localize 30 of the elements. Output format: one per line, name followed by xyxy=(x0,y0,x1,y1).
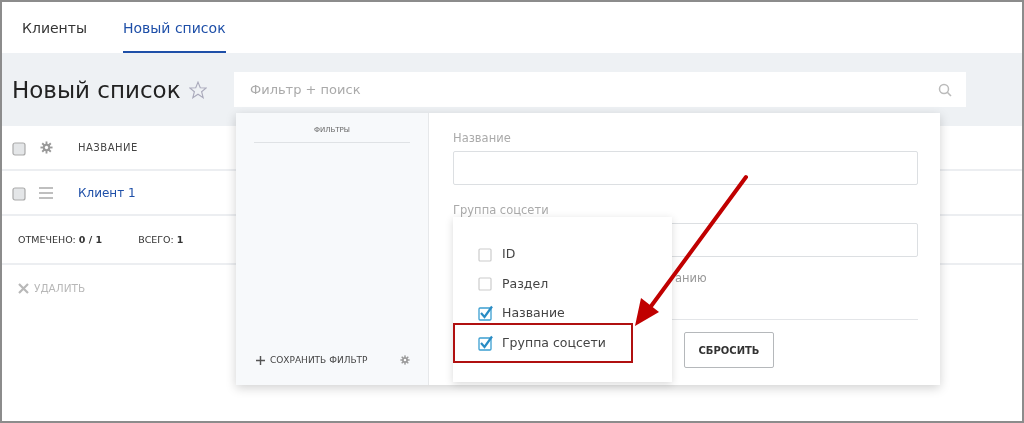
checkbox[interactable] xyxy=(478,334,493,351)
menu-item[interactable]: ID xyxy=(453,244,672,263)
plus-icon xyxy=(256,355,265,365)
field-label: Название xyxy=(453,131,512,145)
checkbox[interactable] xyxy=(12,139,27,156)
column-header: НАЗВАНИЕ xyxy=(78,142,138,153)
summary-text: ВСЕГО: 1 xyxy=(138,234,184,245)
menu-item[interactable]: Группа соцсети xyxy=(453,322,633,363)
summary-text: ОТМЕЧЕНО: 0 / 1 xyxy=(18,234,103,245)
option-text: анию xyxy=(675,271,708,285)
settings-icon[interactable] xyxy=(400,355,410,365)
star-icon[interactable] xyxy=(188,80,207,99)
tab[interactable]: Клиенты xyxy=(22,2,87,53)
menu-icon[interactable] xyxy=(39,186,53,199)
input-field[interactable] xyxy=(453,151,918,185)
settings-icon[interactable] xyxy=(40,141,53,154)
search-field[interactable]: Фильтр + поиск xyxy=(234,72,966,107)
menu-item[interactable]: Раздел xyxy=(453,273,672,293)
menu-item[interactable]: Название xyxy=(453,303,672,322)
save-filter-button[interactable]: СОХРАНИТЬ ФИЛЬТР xyxy=(256,355,368,365)
checkbox[interactable] xyxy=(478,275,493,291)
search-icon[interactable] xyxy=(938,83,952,97)
checkbox[interactable] xyxy=(478,304,493,321)
checkbox[interactable] xyxy=(12,184,27,201)
close-icon xyxy=(18,282,29,294)
field-label: Группа соцсети xyxy=(453,203,550,217)
reset-button[interactable]: СБРОСИТЬ xyxy=(684,332,774,368)
page-title: Новый список xyxy=(12,76,181,103)
client-link[interactable]: Клиент 1 xyxy=(78,185,136,200)
checkbox[interactable] xyxy=(478,245,493,262)
